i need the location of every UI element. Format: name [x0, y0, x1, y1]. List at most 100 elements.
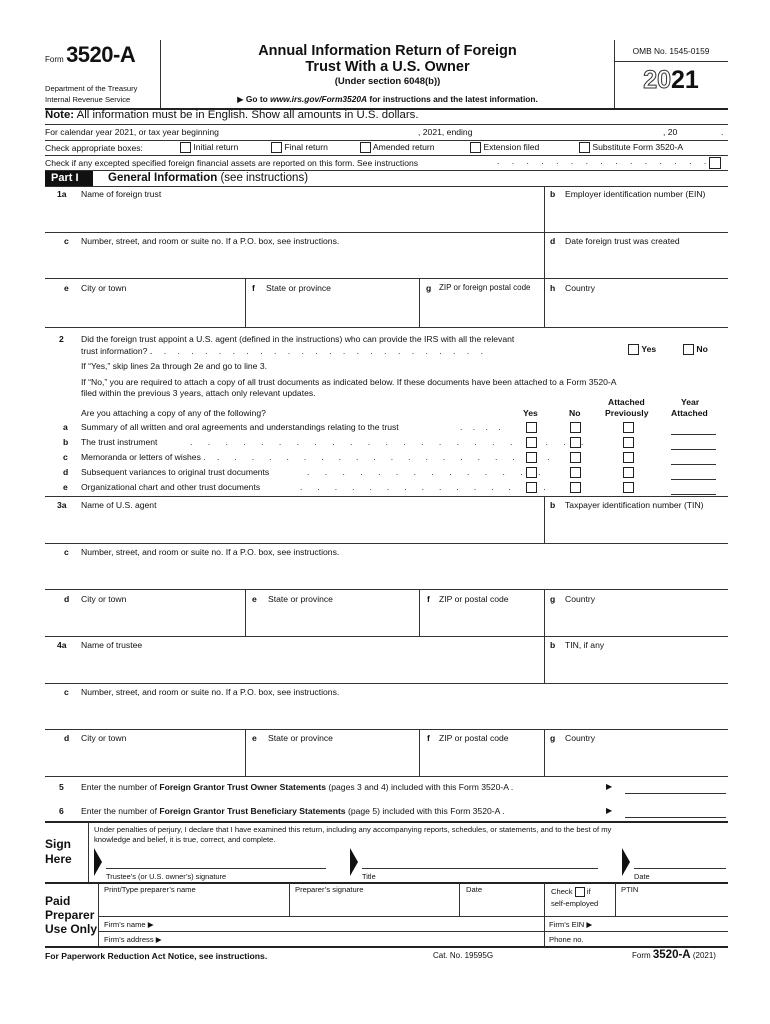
- firm-name-input[interactable]: [160, 918, 540, 930]
- line-4f-label: ZIP or postal code: [439, 733, 509, 743]
- checkbox-label: Final return: [284, 142, 328, 152]
- rule-line2: [45, 496, 728, 497]
- trust-city-input[interactable]: [81, 296, 241, 324]
- trust-street-input[interactable]: [81, 249, 541, 277]
- attach-label: Summary of all written and oral agreemen…: [81, 422, 399, 432]
- attach-yes-checkbox[interactable]: [526, 437, 537, 448]
- line-4b-num: b: [550, 640, 556, 650]
- year-attached-input[interactable]: [671, 438, 716, 450]
- line-4b-label: TIN, if any: [565, 640, 605, 650]
- tax-year-begin-input[interactable]: [246, 125, 416, 138]
- us-agent-street-input[interactable]: [81, 560, 726, 588]
- checkbox-amended-return[interactable]: Amended return: [360, 142, 435, 154]
- attach-yes-checkbox[interactable]: [526, 482, 537, 493]
- trustee-tin-input[interactable]: [550, 653, 725, 681]
- foreign-trust-name-input[interactable]: [81, 202, 541, 230]
- year-attached-input[interactable]: [671, 483, 716, 495]
- footer-form-number: 3520-A: [652, 949, 691, 961]
- attach-no-checkbox[interactable]: [570, 422, 581, 433]
- trustee-signature-input[interactable]: [106, 857, 326, 869]
- us-agent-zip-input[interactable]: [424, 607, 541, 635]
- excepted-assets-checkbox[interactable]: [709, 157, 721, 169]
- tax-year-end-yy-input[interactable]: [684, 125, 718, 138]
- divider-1h: [544, 278, 545, 327]
- checkbox-substitute-form[interactable]: Substitute Form 3520-A: [579, 142, 683, 154]
- trust-country-input[interactable]: [550, 296, 725, 324]
- beneficiary-statements-count-input[interactable]: [625, 806, 726, 818]
- firm-address-input[interactable]: [172, 933, 540, 945]
- line-2-no[interactable]: No: [683, 344, 708, 356]
- trust-state-input[interactable]: [250, 296, 415, 324]
- checkbox-extension-filed[interactable]: Extension filed: [470, 142, 539, 154]
- attach-no-checkbox[interactable]: [570, 467, 581, 478]
- checkbox[interactable]: [271, 142, 282, 154]
- paperwork-notice: For Paperwork Reduction Act Notice, see …: [45, 951, 268, 961]
- firm-ein-input[interactable]: [600, 918, 726, 930]
- ptin-input[interactable]: [621, 896, 726, 914]
- trustee-zip-input[interactable]: [424, 746, 541, 774]
- attach-no-checkbox[interactable]: [570, 452, 581, 463]
- trustee-name-input[interactable]: [81, 653, 541, 681]
- attach-previously-checkbox[interactable]: [623, 467, 634, 478]
- line-6-suffix: (page 5) included with this Form 3520-A …: [345, 806, 505, 816]
- tax-year-end-input[interactable]: [484, 125, 659, 138]
- self-employed-checkbox[interactable]: [574, 887, 585, 897]
- checkbox[interactable]: [579, 142, 590, 154]
- year-attached-input[interactable]: [671, 468, 716, 480]
- trustee-signature-label: Trustee’s (or U.S. owner’s) signature: [106, 872, 227, 881]
- trust-created-date-input[interactable]: [550, 249, 725, 277]
- owner-statements-count-input[interactable]: [625, 782, 726, 794]
- trustee-country-input[interactable]: [550, 746, 725, 774]
- year-attached-input[interactable]: [671, 423, 716, 435]
- rule-part1: [45, 186, 728, 187]
- trustee-street-input[interactable]: [81, 700, 726, 728]
- preparer-date-input[interactable]: [466, 896, 541, 914]
- attach-letter: a: [63, 422, 68, 432]
- checkbox[interactable]: [180, 142, 191, 154]
- checkbox[interactable]: [360, 142, 371, 154]
- us-agent-city-input[interactable]: [81, 607, 241, 635]
- line-2-attach-question: Are you attaching a copy of any of the f…: [81, 408, 266, 418]
- attach-previously-checkbox[interactable]: [623, 482, 634, 493]
- attach-no-checkbox[interactable]: [570, 437, 581, 448]
- checkbox-final-return[interactable]: Final return: [271, 142, 328, 154]
- trustee-state-input[interactable]: [250, 746, 415, 774]
- sign-date-input[interactable]: [634, 857, 726, 869]
- trustee-city-input[interactable]: [81, 746, 241, 774]
- divider-ptin: [615, 883, 616, 916]
- irs-link[interactable]: www.irs.gov/Form3520A: [270, 94, 367, 104]
- attach-previously-checkbox[interactable]: [623, 437, 634, 448]
- rule-1e: [45, 327, 728, 328]
- checkbox-initial-return[interactable]: Initial return: [180, 142, 238, 154]
- attach-yes-checkbox[interactable]: [526, 467, 537, 478]
- attach-previously-checkbox[interactable]: [623, 422, 634, 433]
- line-2-yes[interactable]: Yes: [628, 344, 656, 356]
- line-1d-num: d: [550, 236, 556, 246]
- tax-year-middle: , 2021, ending: [418, 127, 473, 137]
- col-year-l2: Attached: [671, 408, 708, 418]
- us-agent-tin-input[interactable]: [550, 513, 725, 541]
- checkbox-label: No: [696, 344, 708, 354]
- year-attached-input[interactable]: [671, 453, 716, 465]
- ein-input[interactable]: [550, 202, 725, 230]
- trust-zip-input[interactable]: [424, 296, 541, 324]
- attach-yes-checkbox[interactable]: [526, 452, 537, 463]
- preparer-signature-input[interactable]: [295, 896, 455, 914]
- signer-title-input[interactable]: [362, 857, 598, 869]
- checkbox[interactable]: [628, 344, 639, 356]
- checkbox[interactable]: [683, 344, 694, 356]
- attach-no-checkbox[interactable]: [570, 482, 581, 493]
- us-agent-country-input[interactable]: [550, 607, 725, 635]
- self-employed-check[interactable]: Check if: [551, 887, 591, 897]
- phone-input[interactable]: [592, 933, 726, 945]
- line-5-arrow-icon: ▶: [606, 782, 613, 791]
- divider-1d: [544, 232, 545, 278]
- preparer-name-input[interactable]: [104, 896, 286, 914]
- year-bold: 21: [671, 66, 699, 94]
- form-number: 3520-A: [66, 42, 136, 67]
- us-agent-name-input[interactable]: [81, 513, 541, 541]
- us-agent-state-input[interactable]: [250, 607, 415, 635]
- attach-previously-checkbox[interactable]: [623, 452, 634, 463]
- checkbox[interactable]: [470, 142, 481, 154]
- attach-yes-checkbox[interactable]: [526, 422, 537, 433]
